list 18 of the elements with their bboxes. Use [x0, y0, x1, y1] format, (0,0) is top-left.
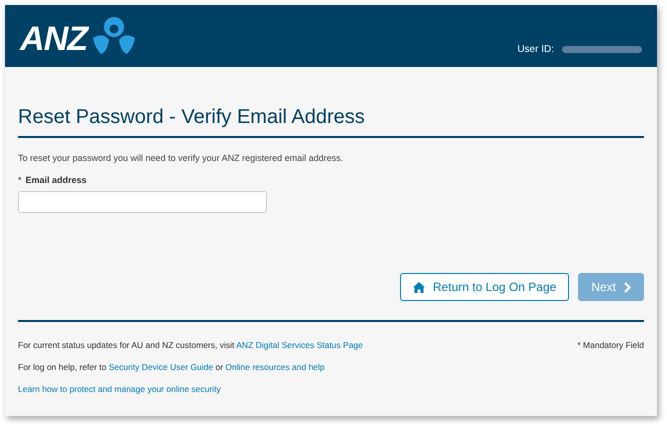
user-id-label: User ID:: [517, 43, 554, 57]
footer-text: For current status updates for AU and NZ customers, visit ANZ Digital Services Status Page: [18, 339, 363, 352]
footer-link[interactable]: ANZ Digital Services Status Page: [236, 340, 363, 350]
email-input-field[interactable]: [18, 191, 267, 213]
chevron-right-icon: [624, 282, 631, 292]
home-icon: [412, 282, 425, 292]
required-mark: *: [18, 174, 22, 186]
footer-link[interactable]: Online resources and help: [225, 362, 325, 372]
footer-link[interactable]: Learn how to protect and manage your online security: [18, 384, 221, 394]
intro-text: To reset your password you will need to verify your ANZ registered email address.: [18, 152, 344, 165]
mandatory-note: * Mandatory Field: [577, 339, 644, 352]
return-button[interactable]: Return to Log On Page: [400, 273, 570, 301]
email-label: Email address: [26, 174, 87, 186]
logo-figure-icon: [91, 16, 138, 56]
page-title: Reset Password - Verify Email Address: [18, 105, 366, 130]
footer-text: For log on help, refer to Security Device User Guide or Online resources and help: [18, 360, 326, 374]
footer-link[interactable]: Security Device User Guide: [108, 362, 214, 372]
logo-text: ANZ: [20, 22, 88, 56]
